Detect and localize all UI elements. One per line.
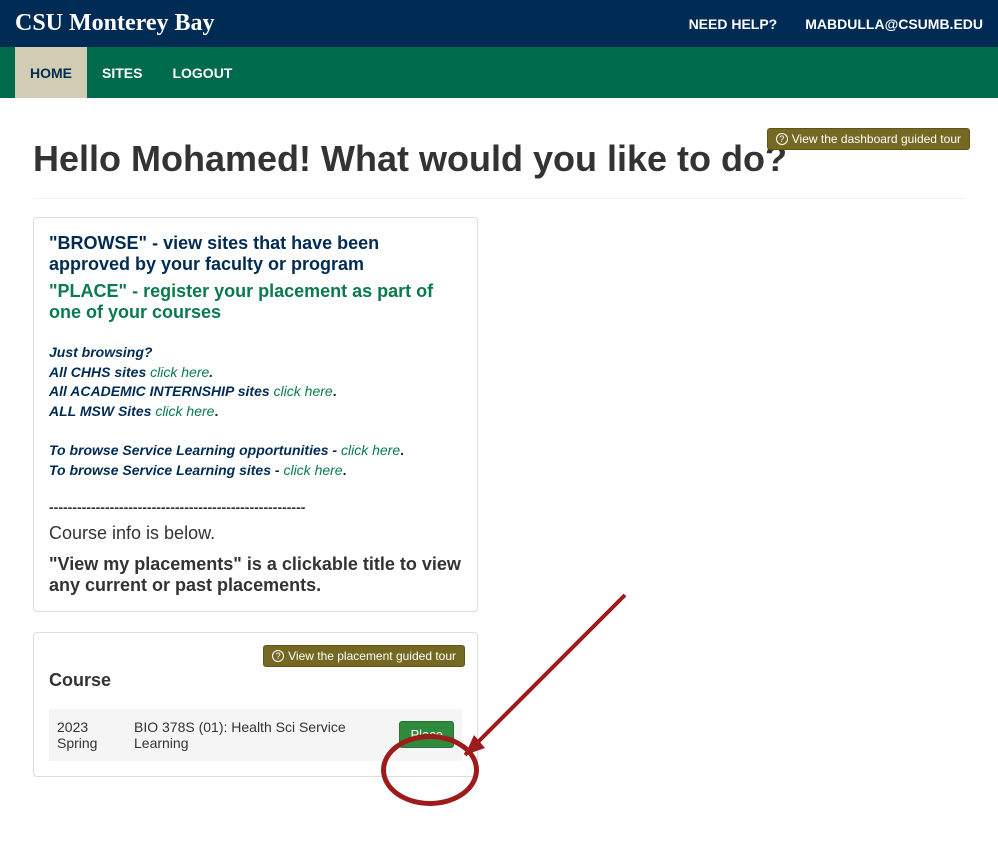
msw-line: ALL MSW Sites click here. [49, 402, 462, 422]
question-icon: ? [272, 650, 284, 662]
browse-heading: "BROWSE" - view sites that have been app… [49, 233, 462, 275]
course-info-line: Course info is below. [49, 523, 462, 544]
main-nav: HOME SITES LOGOUT [0, 47, 998, 98]
course-name: BIO 378S (01): Health Sci Service Learni… [134, 719, 387, 751]
sl-opp-pre: To browse Service Learning opportunities… [49, 442, 341, 458]
nav-home[interactable]: HOME [15, 47, 87, 98]
nav-logout[interactable]: LOGOUT [157, 47, 247, 98]
placements-hint: "View my placements" is a clickable titl… [49, 554, 462, 596]
course-panel: ? View the placement guided tour Course … [33, 632, 478, 777]
internship-line: All ACADEMIC INTERNSHIP sites click here… [49, 382, 462, 402]
topbar-right: NEED HELP? MABDULLA@CSUMB.EDU [689, 16, 983, 32]
chhs-period: . [209, 364, 213, 380]
course-row: 2023 Spring BIO 378S (01): Health Sci Se… [49, 709, 462, 761]
sl-sites-pre: To browse Service Learning sites - [49, 462, 283, 478]
intern-click-here-link[interactable]: click here [274, 383, 333, 399]
sl-sites-period: . [343, 462, 347, 478]
place-heading: "PLACE" - register your placement as par… [49, 281, 462, 323]
user-email-link[interactable]: MABDULLA@CSUMB.EDU [805, 16, 983, 32]
chhs-pre: All CHHS sites [49, 364, 150, 380]
topbar: CSU Monterey Bay NEED HELP? MABDULLA@CSU… [0, 0, 998, 47]
intern-pre: All ACADEMIC INTERNSHIP sites [49, 383, 274, 399]
sl-opp-click-here-link[interactable]: click here [341, 442, 400, 458]
place-button[interactable]: Place [399, 721, 454, 748]
info-panel: "BROWSE" - view sites that have been app… [33, 217, 478, 612]
sl-sites-line: To browse Service Learning sites - click… [49, 461, 462, 481]
browsing-block: Just browsing? All CHHS sites click here… [49, 343, 462, 421]
chhs-line: All CHHS sites click here. [49, 363, 462, 383]
just-browsing-text: Just browsing? [49, 343, 462, 363]
dashboard-tour-button[interactable]: ? View the dashboard guided tour [767, 128, 970, 150]
msw-pre: ALL MSW Sites [49, 403, 155, 419]
placement-tour-button[interactable]: ? View the placement guided tour [263, 645, 465, 667]
dash-separator: ----------------------------------------… [49, 499, 462, 515]
question-icon: ? [776, 133, 788, 145]
course-term: 2023 Spring [57, 719, 122, 751]
sl-block: To browse Service Learning opportunities… [49, 441, 462, 480]
main-content: ? View the dashboard guided tour Hello M… [0, 98, 998, 807]
chhs-click-here-link[interactable]: click here [150, 364, 209, 380]
intern-period: . [333, 383, 337, 399]
sl-sites-click-here-link[interactable]: click here [283, 462, 342, 478]
browse-keyword: "BROWSE" [49, 233, 147, 253]
nav-sites[interactable]: SITES [87, 47, 157, 98]
need-help-link[interactable]: NEED HELP? [689, 16, 778, 32]
divider [33, 198, 965, 199]
placement-tour-label: View the placement guided tour [288, 649, 456, 663]
sl-opp-period: . [400, 442, 404, 458]
msw-period: . [214, 403, 218, 419]
place-keyword: "PLACE" [49, 281, 127, 301]
sl-opp-line: To browse Service Learning opportunities… [49, 441, 462, 461]
dashboard-tour-label: View the dashboard guided tour [792, 132, 961, 146]
course-section-title: Course [49, 670, 462, 691]
msw-click-here-link[interactable]: click here [155, 403, 214, 419]
brand-logo[interactable]: CSU Monterey Bay [15, 10, 215, 37]
